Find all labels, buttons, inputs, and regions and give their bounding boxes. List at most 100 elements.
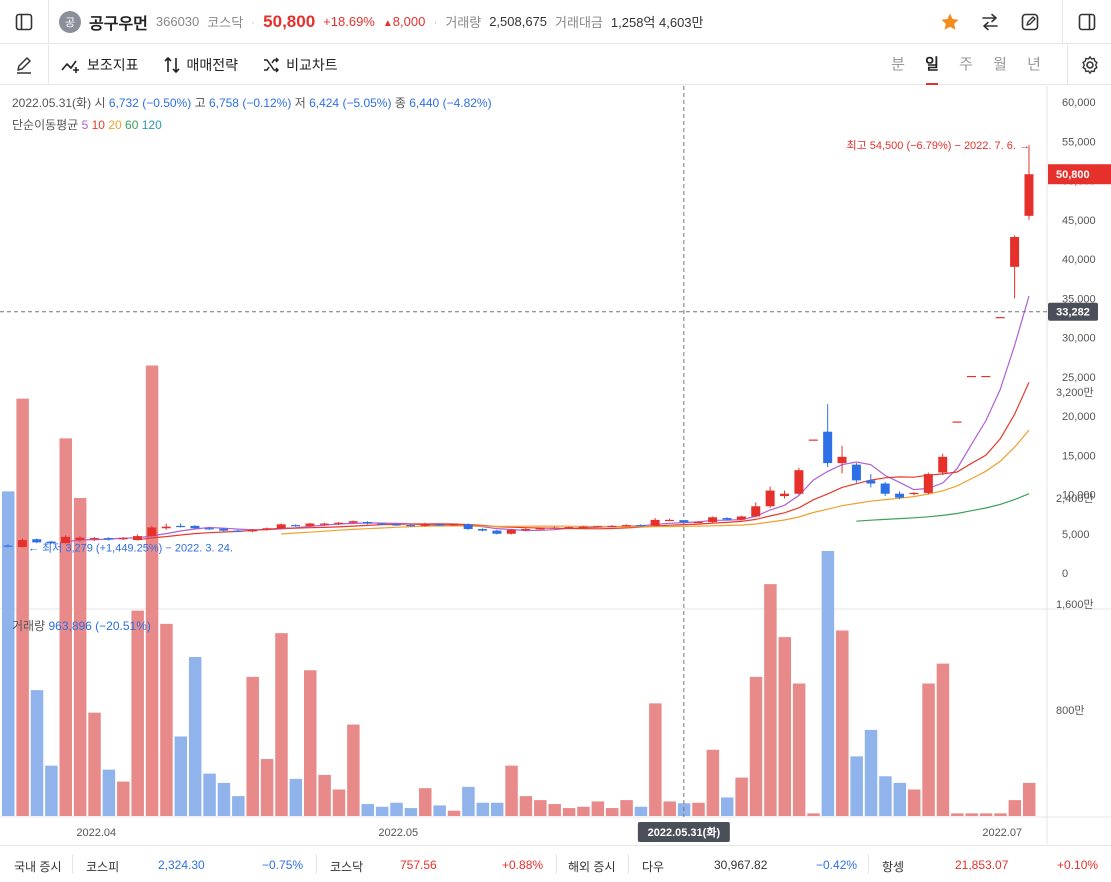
moving-average-line bbox=[137, 382, 1030, 541]
candle-body bbox=[132, 536, 142, 541]
price-chart[interactable]: 60,00055,00050,00045,00040,00035,00030,0… bbox=[0, 86, 1111, 844]
ma-120: 120 bbox=[141, 118, 162, 132]
volume-bar bbox=[303, 670, 317, 816]
candle-body bbox=[521, 529, 531, 531]
ma-20: 20 bbox=[108, 118, 122, 132]
candle-body bbox=[607, 525, 617, 528]
candle-body bbox=[434, 524, 444, 526]
candle-body bbox=[837, 456, 847, 464]
volume-bar bbox=[1008, 800, 1022, 816]
candle-body bbox=[420, 524, 430, 526]
volume-bar bbox=[332, 789, 346, 816]
tab-minute[interactable]: 분 bbox=[881, 45, 915, 85]
volume-bar bbox=[390, 802, 403, 816]
volume-bar bbox=[562, 808, 576, 816]
volume-bar bbox=[577, 806, 590, 816]
candle-body bbox=[1010, 237, 1020, 267]
low-value: 6,424 (−5.05%) bbox=[309, 96, 392, 110]
tab-year[interactable]: 년 bbox=[1017, 45, 1051, 85]
change-amount-wrap: ▲8,000 bbox=[383, 14, 425, 29]
change-amount: 8,000 bbox=[392, 14, 426, 29]
candle-body bbox=[966, 375, 976, 378]
favorite-button[interactable] bbox=[930, 0, 970, 44]
volume-bar bbox=[131, 610, 144, 816]
indicator-icon bbox=[61, 60, 79, 73]
volume-bar bbox=[462, 786, 475, 816]
candle-body bbox=[305, 523, 315, 526]
candle-body bbox=[808, 439, 818, 441]
compare-button[interactable]: 비교차트 bbox=[250, 45, 350, 85]
kospi-label[interactable]: 코스피 bbox=[86, 858, 119, 875]
edit-button[interactable] bbox=[1010, 0, 1050, 44]
candle-body bbox=[995, 317, 1005, 319]
ma-60: 60 bbox=[125, 118, 139, 132]
candle-body bbox=[693, 521, 703, 524]
candle-body bbox=[708, 517, 718, 522]
price-tick-label: 60,000 bbox=[1062, 97, 1096, 109]
volume-bar bbox=[188, 657, 202, 816]
volume-bar bbox=[260, 759, 274, 816]
strategy-button[interactable]: 매매전략 bbox=[151, 45, 251, 85]
candle-body bbox=[952, 421, 962, 423]
swap-button[interactable] bbox=[970, 0, 1010, 44]
amount-label: 거래대금 bbox=[555, 15, 603, 30]
dow-change: −0.42% bbox=[816, 858, 858, 872]
candle-body bbox=[276, 524, 286, 529]
close-label: 종 bbox=[394, 96, 406, 110]
ma-label: 단순이동평균 bbox=[12, 118, 79, 132]
volume-bar bbox=[318, 774, 331, 816]
kosdaq-label[interactable]: 코스닥 bbox=[330, 858, 363, 875]
draw-tool-button[interactable] bbox=[0, 45, 48, 85]
price-tick-label: 30,000 bbox=[1062, 333, 1096, 345]
tab-week[interactable]: 주 bbox=[949, 45, 983, 85]
strategy-label: 매매전략 bbox=[186, 56, 239, 73]
panel-left-icon bbox=[15, 13, 33, 30]
volume-bar bbox=[764, 584, 777, 816]
candle-body bbox=[478, 529, 488, 531]
volume-bar bbox=[145, 365, 159, 816]
volume-bar bbox=[721, 797, 734, 816]
tab-day[interactable]: 일 bbox=[915, 45, 949, 85]
candle-body bbox=[348, 521, 358, 523]
volume-bar bbox=[490, 802, 504, 816]
panel-right-icon bbox=[1078, 13, 1096, 31]
stock-name[interactable]: 공구우먼 bbox=[89, 10, 148, 34]
indicator-button[interactable]: 보조지표 bbox=[49, 45, 151, 85]
settings-button[interactable] bbox=[1067, 45, 1111, 85]
volume-bar bbox=[994, 813, 1007, 816]
tab-month[interactable]: 월 bbox=[983, 45, 1017, 85]
volume-bar bbox=[807, 813, 820, 816]
change-percent: +18.69% bbox=[323, 14, 375, 29]
volume-bar bbox=[951, 813, 964, 816]
candle-body bbox=[866, 480, 876, 484]
dow-label[interactable]: 다우 bbox=[642, 858, 664, 875]
volume-bar bbox=[519, 796, 533, 816]
stock-price: 50,800 bbox=[263, 11, 316, 31]
swap-arrows-icon bbox=[982, 13, 998, 31]
volume-bar bbox=[1022, 782, 1036, 816]
volume-label: 거래량 bbox=[445, 15, 482, 30]
compare-label: 비교차트 bbox=[286, 56, 338, 73]
volume-bar bbox=[663, 801, 676, 816]
candle-body bbox=[722, 518, 732, 520]
volume-bar bbox=[965, 813, 978, 816]
candle-body bbox=[751, 506, 761, 517]
candle-body bbox=[1024, 174, 1034, 216]
moving-average-line bbox=[856, 493, 1030, 522]
sidebar-toggle-button[interactable] bbox=[0, 0, 48, 44]
volume-bar bbox=[102, 769, 116, 816]
volume-bar bbox=[203, 773, 216, 816]
volume-bar bbox=[936, 663, 950, 816]
hangseng-label[interactable]: 항셍 bbox=[882, 858, 904, 875]
price-tick-label: 5,000 bbox=[1062, 529, 1090, 541]
volume-tick-label: 2,400만 bbox=[1056, 492, 1094, 505]
divider bbox=[868, 854, 869, 874]
right-panel-toggle-button[interactable] bbox=[1063, 0, 1111, 44]
candle-body bbox=[938, 456, 948, 473]
domestic-label: 국내 증시 bbox=[14, 860, 62, 874]
volume-bar bbox=[850, 756, 863, 816]
high-annotation: 최고 54,500 (−6.79%) − 2022. 7. 6. → bbox=[846, 139, 1030, 152]
volume-bar bbox=[979, 813, 993, 816]
candle-body bbox=[449, 524, 459, 526]
open-value: 6,732 (−0.50%) bbox=[108, 96, 192, 110]
